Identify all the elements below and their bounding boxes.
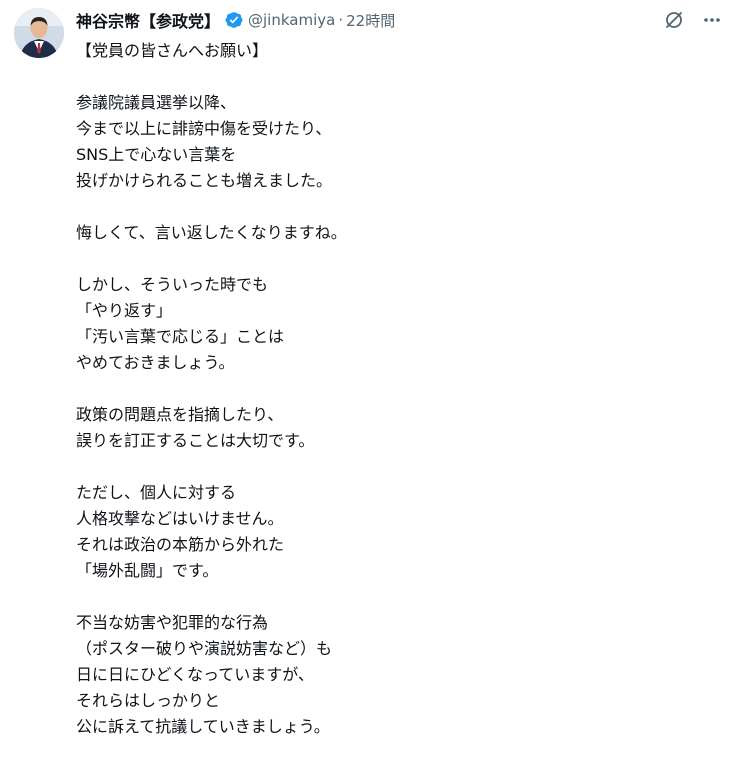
grok-icon xyxy=(666,12,682,28)
tweet-text-line: SNS上で心ない言葉を xyxy=(76,145,237,164)
separator-dot: · xyxy=(338,11,344,29)
tweet: 神谷宗幣【参政党】 @jinkamiya · 22時間 【党員の皆さんへお願い】 xyxy=(0,0,736,760)
more-icon xyxy=(704,18,720,22)
tweet-text-line: 参議院議員選挙以降、 xyxy=(76,93,237,112)
tweet-text-line: 政策の問題点を指摘したり、 xyxy=(76,405,284,424)
tweet-text-line: （ポスター破りや演説妨害など）も xyxy=(76,639,333,658)
tweet-text-line: それは政治の本筋から外れた xyxy=(76,535,285,554)
tweet-header: 神谷宗幣【参政党】 @jinkamiya · 22時間 xyxy=(76,8,395,32)
tweet-text-line: 誤りを訂正することは大切です。 xyxy=(76,431,315,450)
tweet-actions xyxy=(660,8,726,32)
post-timestamp[interactable]: 22時間 xyxy=(346,10,395,31)
profile-avatar[interactable] xyxy=(14,8,64,58)
tweet-text-line: 「場外乱闘」です。 xyxy=(76,561,219,580)
author-handle[interactable]: @jinkamiya xyxy=(248,11,335,29)
avatar-image xyxy=(14,8,64,58)
tweet-text: 【党員の皆さんへお願い】 参議院議員選挙以降、今まで以上に誹謗中傷を受けたり、 SN… xyxy=(76,38,696,740)
tweet-text-line: 悔しくて、言い返したくなりますね。 xyxy=(76,223,347,242)
tweet-text-line: しかし、そういった時でも xyxy=(76,275,269,294)
tweet-text-line: 「汚い言葉で応じる」ことは xyxy=(76,327,285,346)
tweet-text-line: 投げかけられることも増えました。 xyxy=(76,171,333,190)
tweet-text-line: ただし、個人に対する xyxy=(76,483,237,502)
tweet-text-line: 日に日にひどくなっていますが、 xyxy=(76,665,314,684)
author-display-name[interactable]: 神谷宗幣【参政党】 xyxy=(76,8,220,32)
tweet-text-line: 「やり返す」 xyxy=(76,301,173,320)
tweet-text-line: 【党員の皆さんへお願い】 xyxy=(76,41,269,60)
tweet-text-line: 人格攻撃などはいけません。 xyxy=(76,509,284,528)
verified-badge-icon xyxy=(224,10,244,30)
grok-button[interactable] xyxy=(660,8,688,32)
tweet-text-line: 今まで以上に誹謗中傷を受けたり、 xyxy=(76,119,332,138)
more-button[interactable] xyxy=(698,8,726,32)
tweet-text-line: 公に訴えて抗議していきましょう。 xyxy=(76,717,330,736)
tweet-text-line: 不当な妨害や犯罪的な行為 xyxy=(76,613,269,632)
tweet-text-line: やめておきましょう。 xyxy=(76,353,235,372)
tweet-text-line: それらはしっかりと xyxy=(76,691,221,710)
